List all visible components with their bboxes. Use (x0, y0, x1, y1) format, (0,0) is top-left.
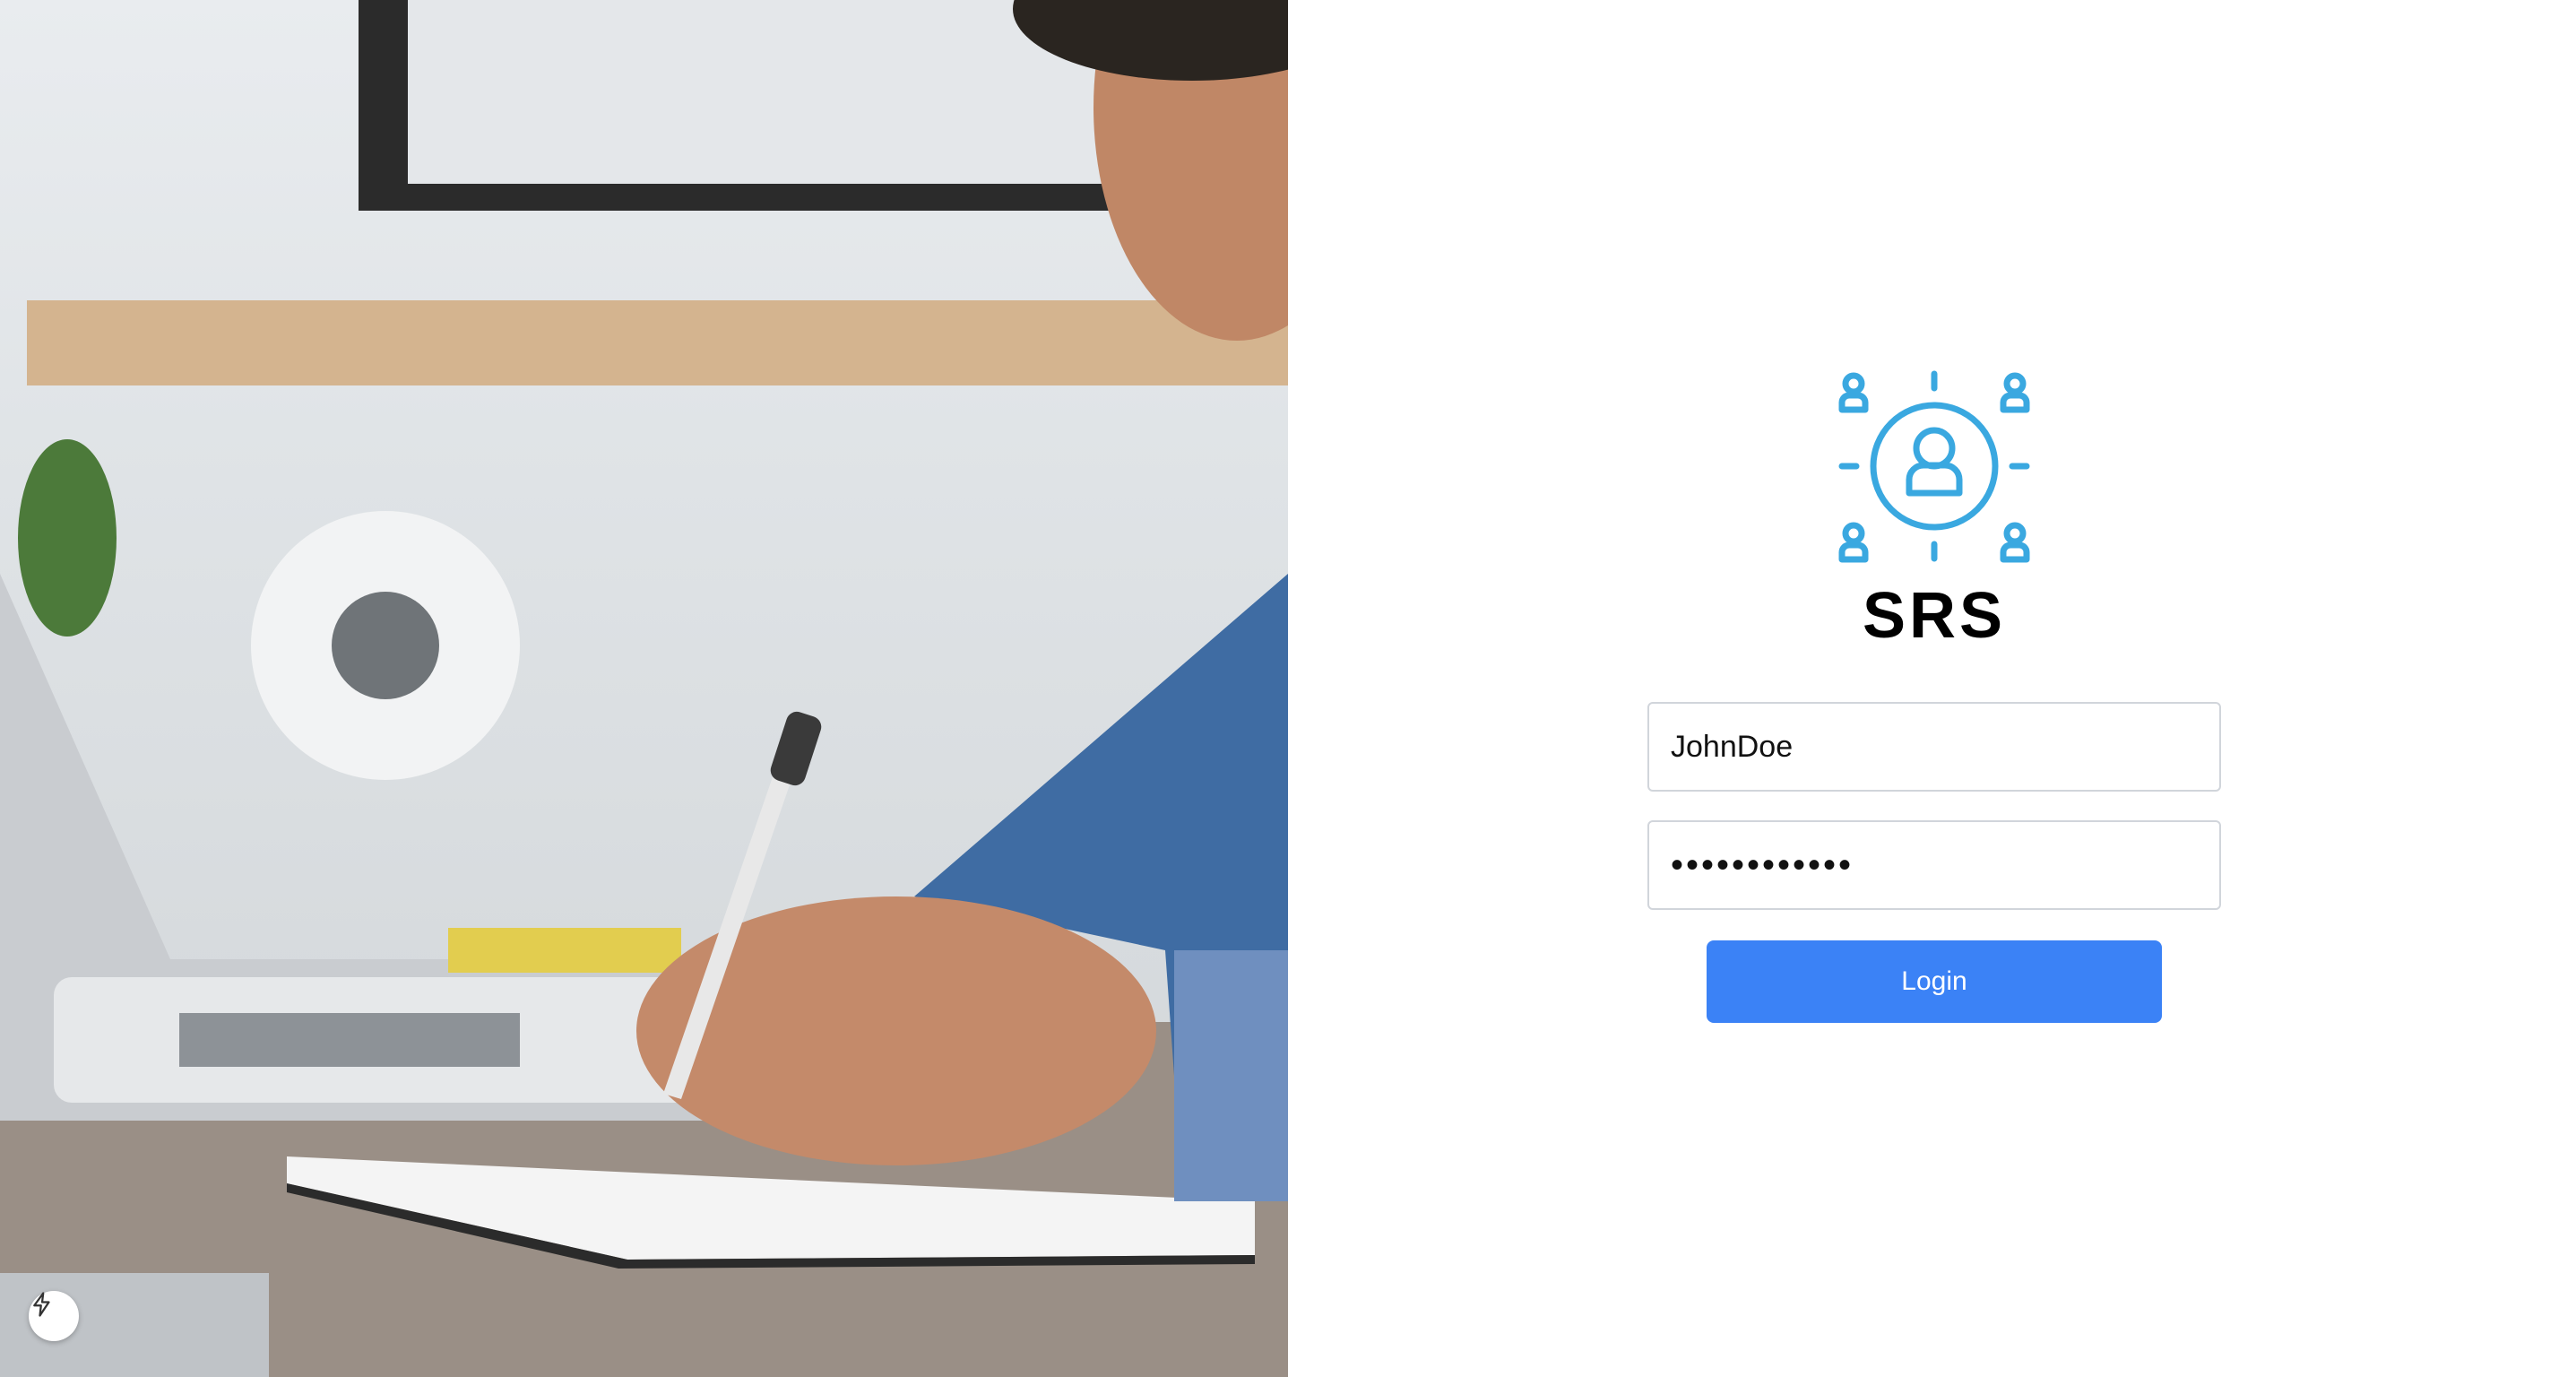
brand-title: SRS (1862, 580, 2007, 652)
login-page: SRS Login (0, 0, 2576, 1377)
password-input[interactable] (1647, 820, 2221, 910)
lightning-bolt-glyph (33, 1292, 50, 1317)
username-input[interactable] (1647, 702, 2221, 792)
login-panel: SRS Login (1288, 0, 2576, 1377)
user-network-icon (1838, 370, 2030, 563)
login-form: SRS Login (1647, 363, 2221, 1023)
hero-illustration (0, 0, 1288, 1377)
hero-photo (0, 0, 1288, 1377)
login-button[interactable]: Login (1707, 940, 2162, 1023)
lightning-bolt-icon[interactable] (29, 1291, 79, 1341)
